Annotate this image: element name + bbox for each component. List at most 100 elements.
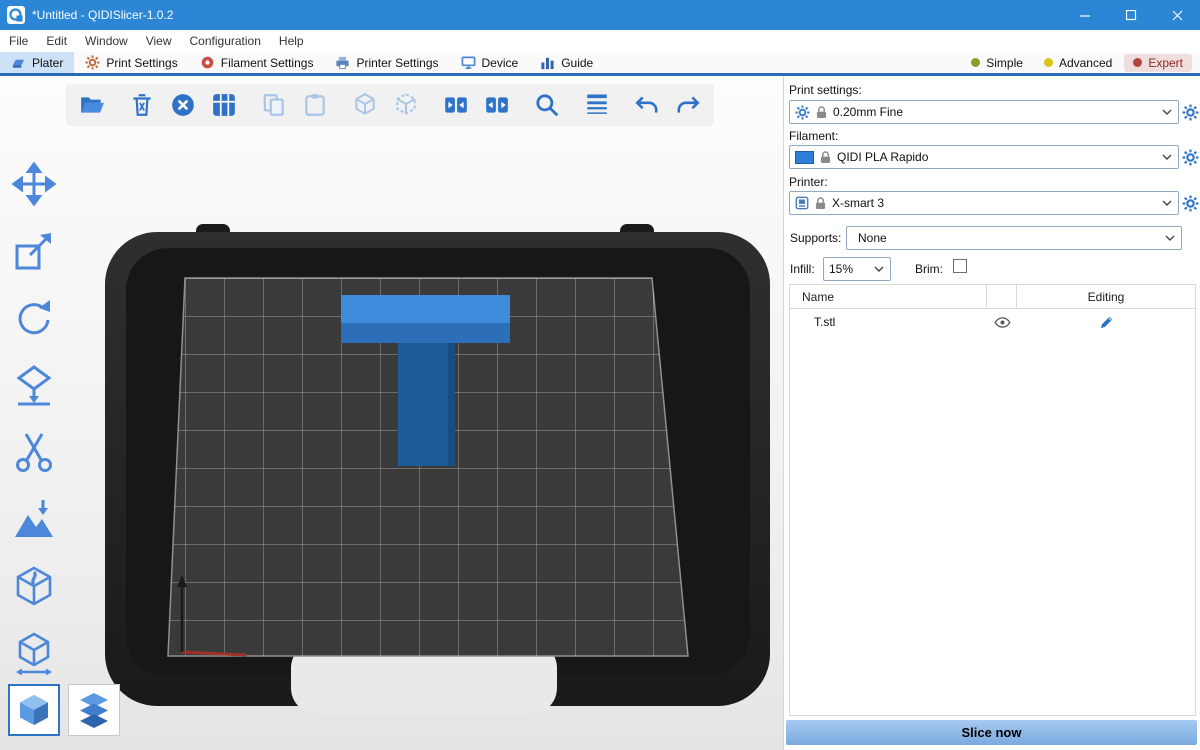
tab-print-settings[interactable]: Print Settings — [74, 52, 188, 73]
place-on-face-tool-button[interactable] — [10, 361, 58, 409]
slice-now-button[interactable]: Slice now — [786, 720, 1197, 745]
mode-label: Expert — [1148, 56, 1183, 70]
delete-button[interactable] — [128, 91, 156, 119]
editing-icon — [1099, 315, 1114, 330]
preview-view-button[interactable] — [68, 684, 120, 736]
printer-label: Printer: — [789, 175, 828, 189]
measure-icon — [12, 631, 56, 675]
print-settings-gear-button[interactable] — [1182, 104, 1200, 122]
guide-icon — [540, 55, 555, 70]
filament-settings-icon — [200, 55, 215, 70]
undo-button[interactable] — [633, 91, 661, 119]
menu-window[interactable]: Window — [76, 30, 137, 52]
tab-printer-settings[interactable]: Printer Settings — [324, 52, 449, 73]
visibility-toggle[interactable] — [987, 317, 1017, 328]
editor-view-button[interactable] — [8, 684, 60, 736]
supports-select[interactable]: None — [846, 226, 1182, 250]
rotate-icon — [12, 296, 56, 340]
cut-tool-button[interactable] — [10, 428, 58, 476]
print-bed-canvas[interactable] — [0, 76, 783, 750]
add-instance-icon — [352, 92, 378, 118]
seam-painting-icon — [12, 564, 56, 608]
object-list-header: Name Editing — [790, 285, 1195, 309]
move-tool-button[interactable] — [10, 160, 58, 208]
filament-label: Filament: — [789, 129, 838, 143]
chevron-down-icon — [1162, 109, 1172, 115]
minimize-button[interactable] — [1062, 0, 1108, 30]
lock-icon — [820, 151, 831, 164]
window-title: *Untitled - QIDISlicer-1.0.2 — [32, 8, 173, 22]
measure-tool-button[interactable] — [10, 629, 58, 677]
tab-label: Device — [482, 56, 519, 70]
arrange-icon — [211, 92, 237, 118]
printer-icon — [795, 196, 809, 210]
lock-icon — [815, 197, 826, 210]
menu-view[interactable]: View — [137, 30, 181, 52]
scale-tool-button[interactable] — [10, 227, 58, 275]
copy-button[interactable] — [260, 91, 288, 119]
device-icon — [461, 55, 476, 70]
lock-icon — [816, 106, 827, 119]
close-button[interactable] — [1154, 0, 1200, 30]
maximize-button[interactable] — [1108, 0, 1154, 30]
tab-plater[interactable]: Plater — [0, 52, 74, 73]
print-settings-select[interactable]: 0.20mm Fine — [789, 100, 1179, 124]
view-toggle — [8, 684, 120, 736]
infill-select[interactable]: 15% — [823, 257, 891, 281]
seam-painting-tool-button[interactable] — [10, 562, 58, 610]
printer-select[interactable]: X-smart 3 — [789, 191, 1179, 215]
add-instance-button[interactable] — [351, 91, 379, 119]
gear-icon — [1182, 149, 1199, 166]
mode-expert[interactable]: Expert — [1124, 54, 1192, 72]
delete-all-button[interactable] — [169, 91, 197, 119]
remove-instance-button[interactable] — [392, 91, 420, 119]
open-button[interactable] — [78, 91, 106, 119]
split-to-objects-icon — [443, 92, 469, 118]
paint-on-supports-tool-button[interactable] — [10, 495, 58, 543]
object-name[interactable]: T.stl — [790, 315, 987, 329]
tab-device[interactable]: Device — [450, 52, 530, 73]
printer-gear-button[interactable] — [1182, 195, 1200, 213]
paste-button[interactable] — [301, 91, 329, 119]
chevron-down-icon — [1162, 154, 1172, 160]
object-list[interactable]: Name Editing T.stl — [789, 284, 1196, 716]
column-header-name[interactable]: Name — [790, 285, 987, 308]
column-header-visibility[interactable] — [987, 285, 1017, 308]
split-to-objects-button[interactable] — [442, 91, 470, 119]
variable-layer-height-button[interactable] — [583, 91, 611, 119]
brim-checkbox[interactable] — [953, 259, 967, 273]
arrange-button[interactable] — [210, 91, 238, 119]
chevron-down-icon — [1165, 235, 1175, 241]
object-row: T.stl — [790, 309, 1195, 335]
tab-bar: Plater Print Settings Filament Settings … — [0, 52, 1200, 76]
mode-advanced[interactable]: Advanced — [1035, 54, 1121, 72]
menu-edit[interactable]: Edit — [37, 30, 76, 52]
search-button[interactable] — [533, 91, 561, 119]
filament-gear-button[interactable] — [1182, 149, 1200, 167]
paint-on-supports-icon — [12, 497, 56, 541]
editing-button[interactable] — [1017, 315, 1195, 330]
filament-select[interactable]: QIDI PLA Rapido — [789, 145, 1179, 169]
supports-label: Supports: — [790, 231, 841, 245]
chevron-down-icon — [1162, 200, 1172, 206]
delete-all-icon — [170, 92, 196, 118]
menu-help[interactable]: Help — [270, 30, 313, 52]
split-to-parts-button[interactable] — [483, 91, 511, 119]
move-icon — [12, 162, 56, 206]
viewport-3d[interactable] — [0, 76, 783, 750]
redo-button[interactable] — [674, 91, 702, 119]
rotate-tool-button[interactable] — [10, 294, 58, 342]
menu-bar: File Edit Window View Configuration Help — [0, 30, 1200, 52]
paste-icon — [302, 92, 328, 118]
menu-configuration[interactable]: Configuration — [181, 30, 270, 52]
tab-guide[interactable]: Guide — [529, 52, 604, 73]
mode-simple[interactable]: Simple — [962, 54, 1032, 72]
menu-file[interactable]: File — [0, 30, 37, 52]
delete-icon — [129, 92, 155, 118]
minimize-icon — [1080, 10, 1091, 21]
column-header-editing[interactable]: Editing — [1017, 285, 1195, 308]
filament-value: QIDI PLA Rapido — [837, 150, 928, 164]
redo-icon — [675, 92, 701, 118]
tab-filament-settings[interactable]: Filament Settings — [189, 52, 325, 73]
top-toolbar — [66, 84, 714, 126]
